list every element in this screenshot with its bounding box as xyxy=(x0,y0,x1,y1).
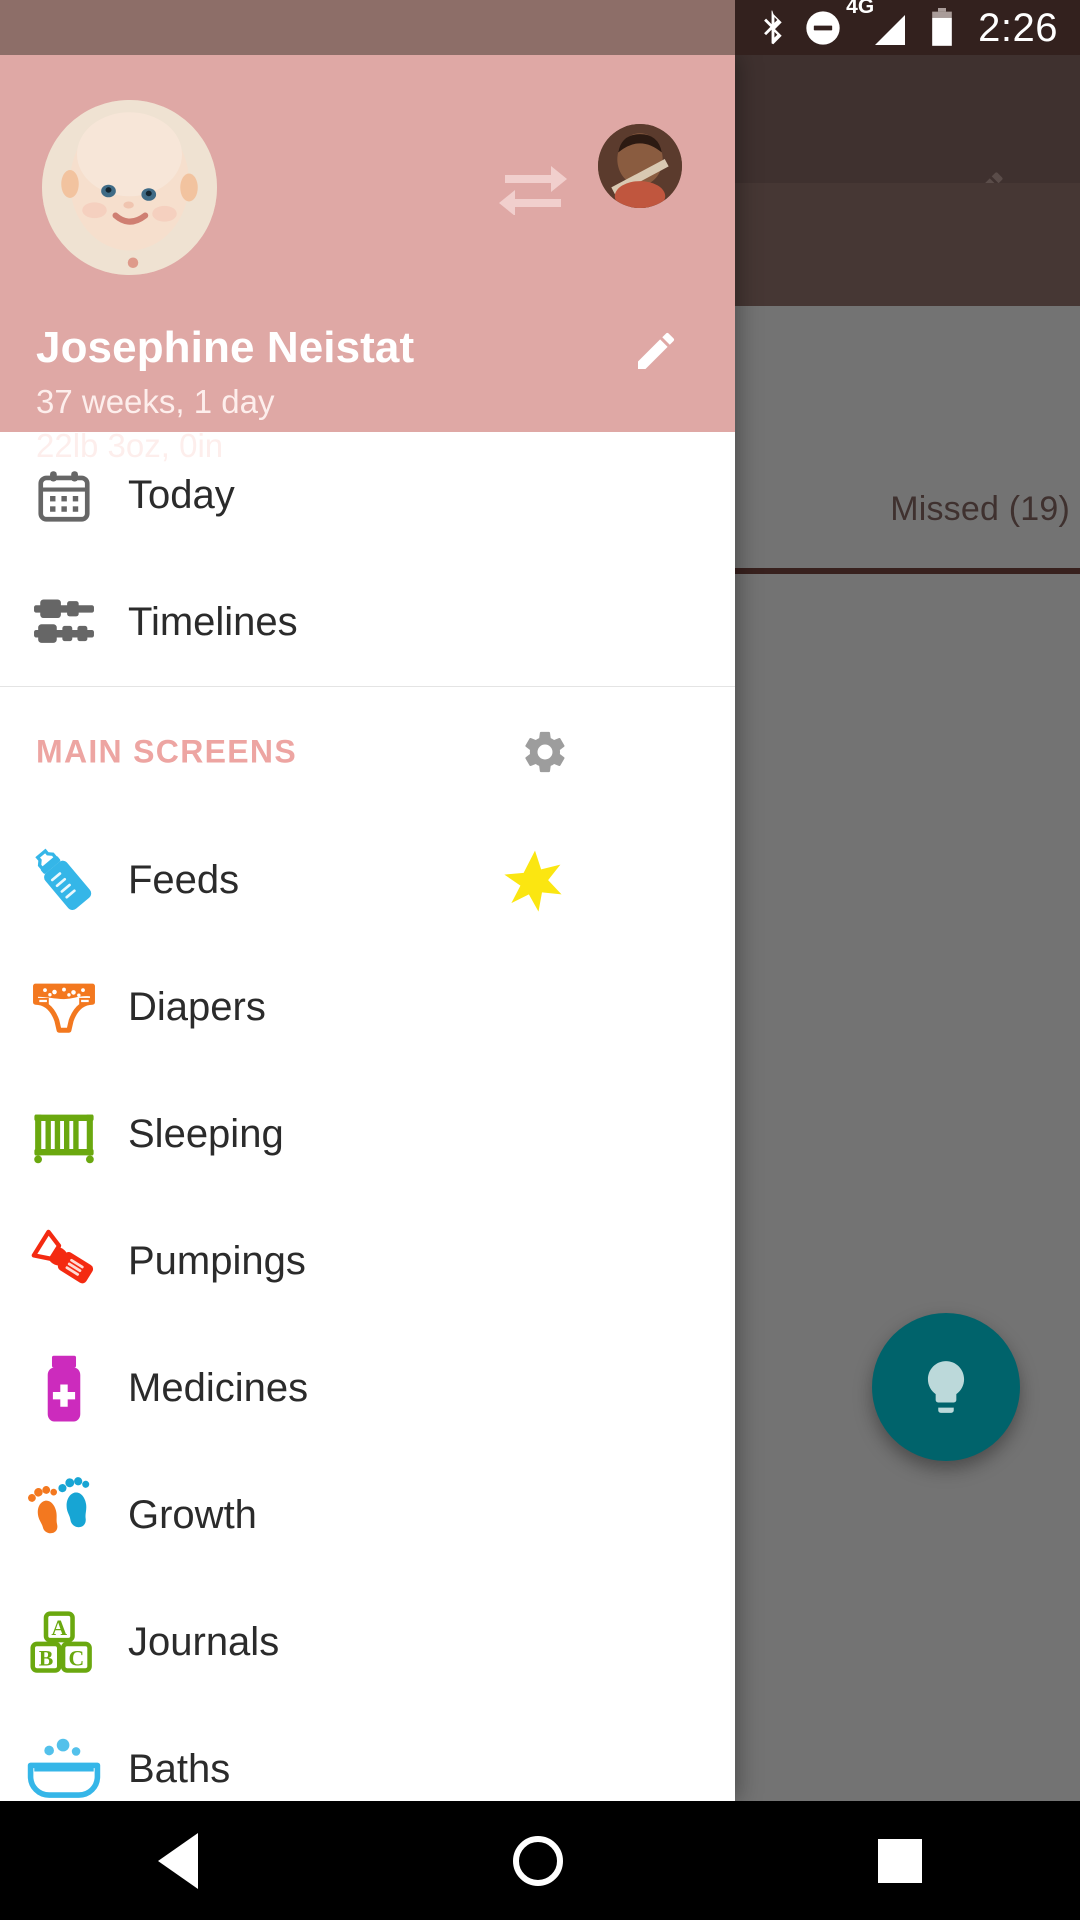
navigation-drawer: Josephine Neistat 37 weeks, 1 day 22lb 3… xyxy=(0,55,735,1801)
sidebar-item-baths[interactable]: Baths xyxy=(0,1706,735,1801)
sidebar-item-diapers[interactable]: Diapers xyxy=(0,944,735,1071)
sidebar-item-label: Baths xyxy=(128,1747,231,1791)
status-bar-right: 4G 2:26 xyxy=(735,0,1080,55)
sidebar-item-timelines[interactable]: Timelines xyxy=(0,559,735,686)
lightbulb-icon xyxy=(927,1361,965,1413)
baby-age: 37 weeks, 1 day xyxy=(36,383,275,420)
bathtub-icon xyxy=(0,1737,128,1802)
pencil-icon xyxy=(638,332,675,369)
sidebar-item-label: Medicines xyxy=(128,1366,309,1410)
svg-text:A: A xyxy=(51,1616,67,1640)
sidebar-item-feeds[interactable]: Feeds xyxy=(0,817,735,944)
sidebar-item-journals[interactable]: A B C Journals xyxy=(0,1579,735,1706)
section-header-main-screens: MAIN SCREENS xyxy=(0,687,735,817)
abc-blocks-icon: A B C xyxy=(0,1607,128,1679)
medicine-bottle-icon xyxy=(0,1352,128,1426)
section-title: MAIN SCREENS xyxy=(36,733,297,770)
page-title: Josephine Neistat xyxy=(36,323,415,372)
breast-pump-icon xyxy=(0,1222,128,1302)
status-bar-clock: 2:26 xyxy=(978,5,1058,50)
bluetooth-icon xyxy=(764,10,782,44)
swap-arrows-icon[interactable] xyxy=(497,159,569,215)
edit-profile-button[interactable] xyxy=(632,327,680,375)
crib-icon xyxy=(0,1098,128,1172)
sidebar-item-label: Today xyxy=(128,473,235,517)
home-circle-icon[interactable] xyxy=(512,1835,563,1886)
star-badge[interactable] xyxy=(500,846,570,916)
android-navigation-bar xyxy=(0,1801,1080,1920)
recents-square-icon[interactable] xyxy=(878,1838,923,1883)
sidebar-item-label: Sleeping xyxy=(128,1112,284,1156)
status-bar: 4G 2:26 xyxy=(0,0,1080,55)
svg-text:B: B xyxy=(39,1646,54,1670)
sidebar-item-label: Feeds xyxy=(128,858,240,902)
sidebar-item-label: Diapers xyxy=(128,985,266,1029)
sidebar-item-sleeping[interactable]: Sleeping xyxy=(0,1071,735,1198)
status-bar-left xyxy=(0,0,735,55)
drawer-header: Josephine Neistat 37 weeks, 1 day 22lb 3… xyxy=(0,55,735,464)
sidebar-item-label: Growth xyxy=(128,1493,257,1537)
timelines-icon xyxy=(0,598,128,648)
back-triangle-icon[interactable] xyxy=(157,1832,198,1889)
battery-icon xyxy=(932,7,952,46)
lightbulb-fab[interactable] xyxy=(872,1313,1020,1461)
sidebar-item-label: Pumpings xyxy=(128,1239,306,1283)
sidebar-item-growth[interactable]: Growth xyxy=(0,1452,735,1579)
app-screen: ne Missed (19) 4G xyxy=(0,0,1080,1920)
baby-feet-icon xyxy=(0,1476,128,1555)
calendar-icon xyxy=(0,465,128,527)
sidebar-item-medicines[interactable]: Medicines xyxy=(0,1325,735,1452)
gear-icon[interactable] xyxy=(520,727,570,777)
do-not-disturb-icon xyxy=(806,10,840,45)
sidebar-item-label: Journals xyxy=(128,1620,280,1664)
sidebar-item-label: Timelines xyxy=(128,600,298,644)
baby-bottle-icon xyxy=(0,841,128,921)
avatar[interactable] xyxy=(42,100,217,275)
cellular-signal-icon: 4G xyxy=(846,0,912,48)
svg-text:C: C xyxy=(68,1646,84,1670)
sidebar-item-pumpings[interactable]: Pumpings xyxy=(0,1198,735,1325)
sidebar-item-today[interactable]: Today xyxy=(0,432,735,559)
secondary-avatar[interactable] xyxy=(598,124,682,208)
diaper-icon xyxy=(0,970,128,1046)
